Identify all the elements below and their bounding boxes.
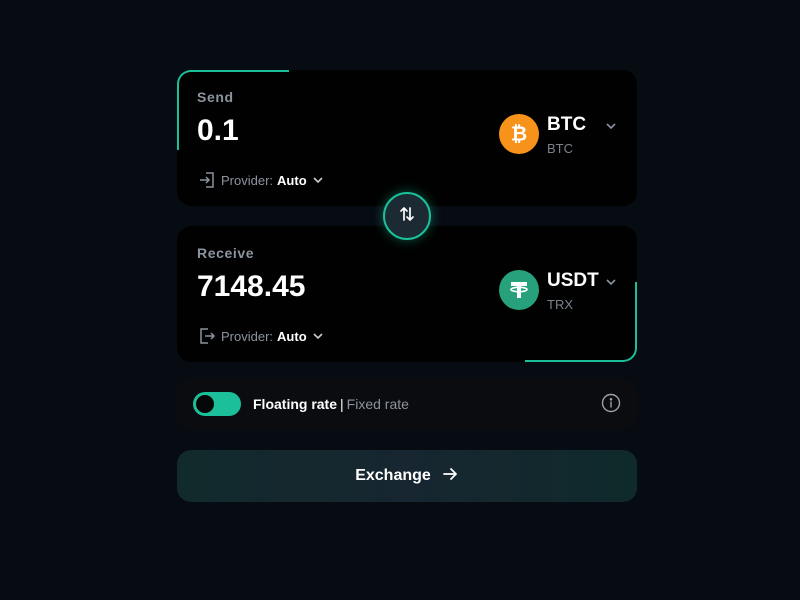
login-icon [197, 170, 217, 190]
swap-arrows-icon [398, 205, 416, 228]
exchange-button[interactable]: Exchange [177, 450, 637, 502]
rate-type-toggle[interactable] [193, 392, 241, 416]
send-label: Send [197, 89, 234, 105]
swap-direction-button[interactable] [383, 192, 431, 240]
send-provider-label: Provider: [221, 172, 274, 188]
send-coin-network: BTC [547, 141, 573, 156]
send-coin-symbol: BTC [547, 114, 587, 135]
rate-type-labels: Floating rate | Fixed rate [253, 396, 409, 412]
receive-provider-label: Provider: [221, 328, 274, 344]
svg-text:₿: ₿ [511, 124, 527, 146]
chevron-down-icon [604, 275, 618, 294]
floating-rate-option[interactable]: Floating rate [253, 396, 337, 412]
receive-provider-value: Auto [277, 328, 307, 344]
send-amount-input[interactable] [197, 114, 447, 148]
chevron-down-icon [311, 329, 325, 343]
toggle-knob [196, 395, 214, 413]
receive-label: Receive [197, 245, 255, 261]
send-coin-selector[interactable]: ₿ BTC BTC [499, 114, 639, 158]
rate-type-bar: Floating rate | Fixed rate [177, 378, 637, 430]
receive-coin-network: TRX [547, 297, 573, 312]
receive-amount-input[interactable] [197, 270, 447, 304]
send-provider-selector[interactable]: Provider: Auto [197, 170, 325, 190]
info-icon[interactable] [601, 393, 621, 418]
bitcoin-icon: ₿ [499, 114, 539, 154]
logout-icon [197, 326, 217, 346]
send-provider-value: Auto [277, 172, 307, 188]
receive-card: Receive Provider: Auto [177, 226, 637, 362]
tether-icon [499, 270, 539, 310]
receive-coin-symbol: USDT [547, 270, 599, 291]
rate-separator: | [340, 396, 344, 412]
send-card: Send Provider: Auto ₿ BTC [177, 70, 637, 206]
receive-provider-selector[interactable]: Provider: Auto [197, 326, 325, 346]
chevron-down-icon [311, 173, 325, 187]
receive-coin-selector[interactable]: USDT TRX [499, 270, 639, 314]
chevron-down-icon [604, 119, 618, 138]
fixed-rate-option[interactable]: Fixed rate [347, 396, 409, 412]
arrow-right-icon [441, 465, 459, 488]
exchange-button-label: Exchange [355, 467, 431, 484]
